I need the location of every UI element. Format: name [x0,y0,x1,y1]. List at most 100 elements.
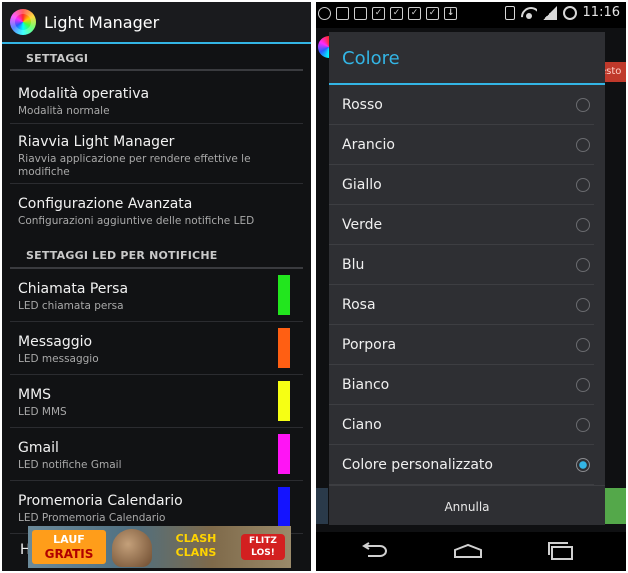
option-label: Colore personalizzato [342,457,493,473]
radio-button[interactable] [576,258,590,272]
color-option[interactable]: Arancio [329,125,594,165]
recent-apps-icon[interactable] [548,541,574,561]
ad-badge: LAUF GRATIS [32,530,106,564]
option-label: Ciano [342,417,382,433]
setting-title: Modalità operativa [18,86,150,102]
ad-cta-bottom: LOS! [251,548,275,558]
option-label: Blu [342,257,365,273]
section-header-settings: SETTAGGI [10,44,303,71]
back-icon[interactable] [360,542,388,560]
setting-restart-app[interactable]: Riavvia Light Manager Riavvia applicazio… [10,124,303,184]
radio-button-selected[interactable] [576,458,590,472]
light-manager-settings-screen: Light Manager SETTAGGI Modalità operativ… [2,2,311,571]
option-label: Arancio [342,137,395,153]
radio-button[interactable] [576,378,590,392]
check-icon: ✓ [408,7,421,20]
color-option[interactable]: Rosso [329,85,594,125]
setting-subtitle: LED messaggio [18,353,99,365]
ad-cta-top: FLITZ [249,536,277,546]
radio-button[interactable] [576,138,590,152]
setting-title: Promemoria Calendario [18,493,183,509]
setting-title: Configurazione Avanzata [18,196,193,212]
signal-icon [542,5,557,20]
background-green-block [604,488,626,524]
color-option[interactable]: Colore personalizzato [329,445,594,485]
battery-icon [562,5,577,20]
setting-title: Chiamata Persa [18,281,129,297]
status-bar: ✓ ✓ ✓ ✓ ↓ 11:16 [316,2,626,28]
color-dialog: Colore Rosso Arancio Giallo Verde Blu Ro… [329,32,605,525]
check-icon: ✓ [390,7,403,20]
wifi-icon [521,7,537,19]
notification-icons: ✓ ✓ ✓ ✓ ↓ [318,7,457,20]
ad-badge-bottom: GRATIS [44,547,94,561]
ad-game-bottom: CLANS [175,546,217,559]
setting-title: Riavvia Light Manager [18,134,175,150]
option-label: Giallo [342,177,382,193]
app-logo-icon[interactable] [10,9,36,35]
check-icon: ✓ [372,7,385,20]
setting-operating-mode[interactable]: Modalità operativa Modalità normale [10,71,303,124]
calendar-icon [354,7,367,20]
home-icon[interactable] [452,543,484,559]
ad-game-top: CLASH [175,532,217,545]
option-label: Verde [342,217,383,233]
setting-subtitle: Configurazioni aggiuntive delle notifich… [18,215,255,227]
led-setting-mms[interactable]: MMS LED MMS [10,375,303,428]
color-option[interactable]: Rosa [329,285,594,325]
image-icon [336,7,349,20]
setting-subtitle: Modalità normale [18,105,110,117]
sync-icon [318,7,331,20]
led-color-swatch [278,434,290,474]
ad-game-logo: CLASH CLANS [156,532,236,562]
color-option[interactable]: Giallo [329,165,594,205]
vibrate-icon [504,5,515,20]
radio-button[interactable] [576,218,590,232]
radio-button[interactable] [576,178,590,192]
ad-banner[interactable]: LAUF GRATIS CLASH CLANS FLITZ LOS! [28,526,291,568]
led-color-swatch [278,275,290,315]
check-icon: ✓ [426,7,439,20]
ad-cta-button[interactable]: FLITZ LOS! [241,534,285,560]
led-color-swatch [278,381,290,421]
dialog-title: Colore [329,32,605,85]
system-icons: 11:16 [504,5,620,20]
barbarian-icon [112,529,152,567]
option-label: Porpora [342,337,397,353]
background-left-block [316,488,328,524]
radio-button[interactable] [576,338,590,352]
setting-advanced-config[interactable]: Configurazione Avanzata Configurazioni a… [10,184,303,242]
setting-subtitle: LED notifiche Gmail [18,459,122,471]
led-color-swatch [278,487,290,527]
led-setting-message[interactable]: Messaggio LED messaggio [10,322,303,375]
ad-badge-top: LAUF [53,533,85,546]
color-option[interactable]: Porpora [329,325,594,365]
led-color-swatch [278,328,290,368]
action-bar: Light Manager [2,2,311,44]
option-label: Rosa [342,297,376,313]
setting-subtitle: LED MMS [18,406,67,418]
color-option[interactable]: Bianco [329,365,594,405]
color-option[interactable]: Blu [329,245,594,285]
setting-title: Messaggio [18,334,93,350]
radio-button[interactable] [576,98,590,112]
radio-button[interactable] [576,298,590,312]
color-options-list: Rosso Arancio Giallo Verde Blu Rosa Porp… [329,85,605,485]
setting-title: Gmail [18,440,59,456]
option-label: Bianco [342,377,390,393]
status-time: 11:16 [582,5,620,20]
download-icon: ↓ [444,7,457,20]
option-label: Rosso [342,97,383,113]
setting-title: MMS [18,387,52,403]
setting-subtitle: LED Promemoria Calendario [18,512,166,524]
app-title: Light Manager [44,12,160,32]
color-option[interactable]: Ciano [329,405,594,445]
color-picker-screen: ✓ ✓ ✓ ✓ ↓ 11:16 esto Colore Rosso Aranci… [316,2,626,571]
radio-button[interactable] [576,418,590,432]
led-setting-missed-call[interactable]: Chiamata Persa LED chiamata persa [10,269,303,322]
led-setting-gmail[interactable]: Gmail LED notifiche Gmail [10,428,303,481]
section-header-led-settings: SETTAGGI LED PER NOTIFICHE [10,242,303,269]
cancel-button[interactable]: Annulla [329,485,605,527]
color-option[interactable]: Verde [329,205,594,245]
setting-subtitle: Riavvia applicazione per rendere effetti… [18,153,251,178]
